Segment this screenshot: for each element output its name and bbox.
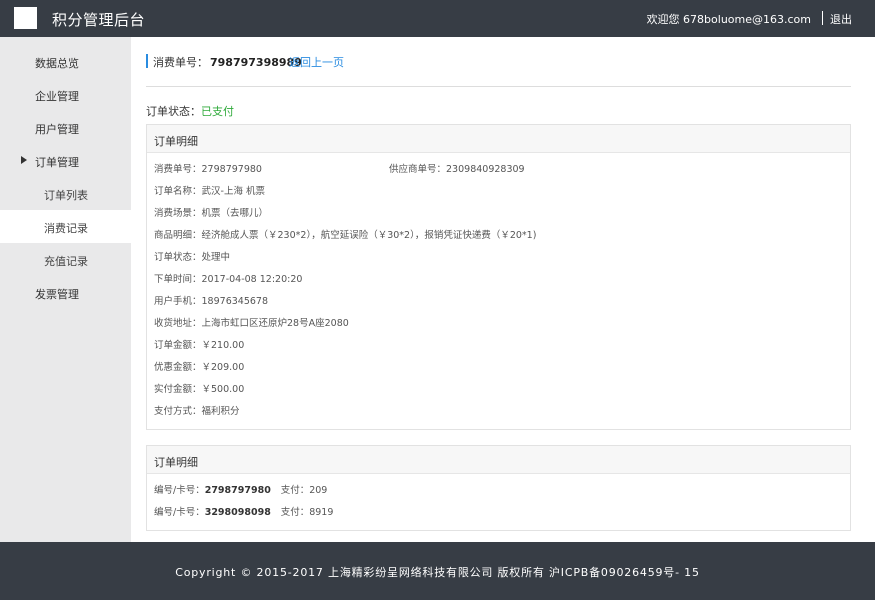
payment-detail-panel: 订单明细 编号/卡号：2798797980 支付：209 编号/卡号：329809… — [146, 445, 851, 531]
detail-row: 商品明细：经济舱成人票（￥230*2），航空延误险（￥30*2），报销凭证快递费… — [154, 227, 536, 241]
detail-label: 供应商单号： — [389, 164, 447, 175]
detail-row: 实付金额：￥500.00 — [154, 381, 244, 395]
detail-row: 订单金额：￥210.00 — [154, 337, 244, 351]
sidebar-item-label: 发票管理 — [35, 288, 79, 301]
logout-link[interactable]: 退出 — [830, 11, 852, 27]
sidebar-item-enterprise[interactable]: 企业管理 — [0, 78, 131, 111]
copyright-text: Copyright © 2015-2017 上海精彩纷呈网络科技有限公司 版权所… — [175, 566, 700, 579]
panel-title: 订单明细 — [147, 125, 850, 153]
sidebar-item-recharge[interactable]: 充值记录 — [0, 243, 131, 276]
sidebar-item-label: 充值记录 — [44, 255, 88, 268]
divider — [146, 86, 851, 87]
detail-row: 消费单号：2798797980 — [154, 161, 262, 175]
sidebar-item-label: 企业管理 — [35, 90, 79, 103]
sidebar-item-label: 消费记录 — [44, 222, 88, 235]
detail-value: ￥500.00 — [201, 384, 245, 395]
card-label: 编号/卡号： — [154, 485, 205, 496]
detail-label: 消费场景： — [154, 208, 202, 219]
detail-label: 支付方式： — [154, 406, 202, 417]
detail-value: 福利积分 — [201, 406, 240, 417]
card-number: 2798797980 — [204, 485, 271, 496]
detail-value: 上海市虹口区还原炉28号A座2080 — [201, 318, 349, 329]
detail-label: 用户手机： — [154, 296, 202, 307]
card-number: 3298098098 — [204, 507, 271, 518]
supplier-order-row: 供应商单号：2309840928309 — [389, 161, 525, 175]
top-bar: 积分管理后台 欢迎您 678boluome@163.com 退出 — [0, 0, 875, 37]
detail-row: 用户手机：18976345678 — [154, 293, 268, 307]
detail-label: 订单状态： — [154, 252, 202, 263]
order-status-label: 订单状态： — [146, 105, 201, 118]
detail-value: ￥209.00 — [201, 362, 245, 373]
detail-label: 收货地址： — [154, 318, 202, 329]
pay-label: 支付： — [280, 485, 310, 496]
detail-value: 18976345678 — [201, 296, 269, 307]
detail-row: 下单时间：2017-04-08 12:20:20 — [154, 271, 302, 285]
detail-label: 消费单号： — [154, 164, 202, 175]
panel-title: 订单明细 — [147, 446, 850, 474]
sidebar-item-invoices[interactable]: 发票管理 — [0, 276, 131, 309]
sidebar: 数据总览 企业管理 用户管理 订单管理 订单列表 消费记录 充值记录 发票管理 — [0, 37, 131, 542]
payment-row: 编号/卡号：2798797980 支付：209 — [154, 482, 327, 496]
sidebar-item-orders[interactable]: 订单管理 — [0, 144, 131, 177]
detail-row: 优惠金额：￥209.00 — [154, 359, 244, 373]
sidebar-item-label: 订单管理 — [35, 156, 79, 169]
detail-value: 机票（去哪儿） — [201, 208, 269, 219]
detail-value: 武汉-上海 机票 — [201, 186, 265, 197]
logo — [14, 7, 37, 29]
detail-value: 2309840928309 — [446, 164, 525, 175]
main-content: 消费单号： 798797398989 返回上一页 订单状态：已支付 订单明细 消费… — [131, 37, 875, 542]
detail-value: 2017-04-08 12:20:20 — [201, 274, 303, 285]
order-status: 订单状态：已支付 — [146, 103, 234, 119]
detail-label: 下单时间： — [154, 274, 202, 285]
back-link[interactable]: 返回上一页 — [289, 54, 344, 70]
header-divider — [822, 11, 823, 25]
order-no-label: 消费单号： — [153, 56, 208, 69]
sidebar-item-label: 用户管理 — [35, 123, 79, 136]
detail-value: 2798797980 — [201, 164, 262, 175]
detail-row: 收货地址：上海市虹口区还原炉28号A座2080 — [154, 315, 349, 329]
sidebar-item-order-list[interactable]: 订单列表 — [0, 177, 131, 210]
detail-row: 支付方式：福利积分 — [154, 403, 240, 417]
app-title: 积分管理后台 — [52, 11, 146, 29]
detail-value: ￥210.00 — [201, 340, 245, 351]
sidebar-item-consumption[interactable]: 消费记录 — [0, 210, 131, 243]
card-label: 编号/卡号： — [154, 507, 205, 518]
detail-label: 订单金额： — [154, 340, 202, 351]
detail-row: 消费场景：机票（去哪儿） — [154, 205, 268, 219]
sidebar-item-users[interactable]: 用户管理 — [0, 111, 131, 144]
detail-label: 商品明细： — [154, 230, 202, 241]
footer: Copyright © 2015-2017 上海精彩纷呈网络科技有限公司 版权所… — [0, 542, 875, 600]
page-title: 消费单号： 798797398989 — [146, 54, 302, 69]
pay-label: 支付： — [280, 507, 310, 518]
detail-label: 订单名称： — [154, 186, 202, 197]
order-status-value: 已支付 — [201, 105, 234, 118]
sidebar-item-label: 订单列表 — [44, 189, 88, 202]
detail-value: 经济舱成人票（￥230*2），航空延误险（￥30*2），报销凭证快递费（￥20*… — [201, 230, 537, 241]
sidebar-item-data-overview[interactable]: 数据总览 — [0, 45, 131, 78]
detail-row: 订单名称：武汉-上海 机票 — [154, 183, 265, 197]
sidebar-item-label: 数据总览 — [35, 57, 79, 70]
pay-value: 209 — [309, 485, 328, 496]
caret-right-icon — [21, 156, 27, 164]
detail-label: 优惠金额： — [154, 362, 202, 373]
welcome-text: 欢迎您 678boluome@163.com — [646, 13, 811, 26]
pay-value: 8919 — [309, 507, 334, 518]
payment-row: 编号/卡号：3298098098 支付：8919 — [154, 504, 333, 518]
order-detail-panel: 订单明细 消费单号：2798797980 供应商单号：2309840928309… — [146, 124, 851, 430]
detail-label: 实付金额： — [154, 384, 202, 395]
detail-value: 处理中 — [201, 252, 231, 263]
detail-row: 订单状态：处理中 — [154, 249, 230, 263]
